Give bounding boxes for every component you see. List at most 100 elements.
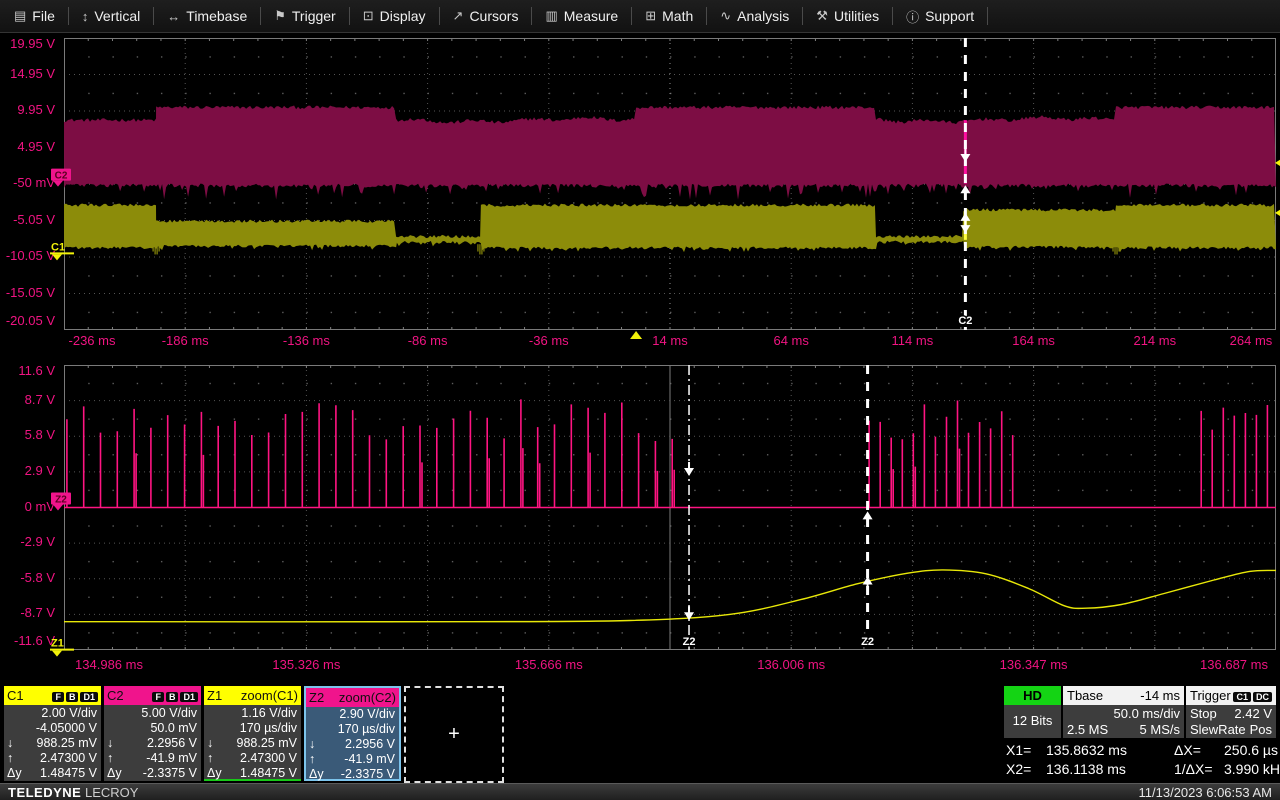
menu-separator: [706, 7, 708, 25]
menu-display[interactable]: ⊡ Display: [359, 8, 430, 24]
zoom-source: zoom(C1): [240, 688, 298, 703]
cursor-down-value: 2.2956 V: [344, 737, 395, 751]
zoom-box-z2-header: Z2 zoom(C2): [306, 688, 399, 707]
zoom-waveform-grid[interactable]: Z2 Z2 Z2 Z1: [50, 365, 1277, 657]
y-axis-label: -2.9 V: [20, 534, 55, 550]
x-axis-label: 135.326 ms: [272, 657, 341, 672]
menu-display-label: Display: [379, 8, 426, 24]
cursor-up-prefix: ↑: [207, 751, 214, 765]
row-prefix: [7, 721, 27, 736]
cursor-down-prefix: ↓: [107, 736, 114, 750]
menu-timebase-label: Timebase: [186, 8, 248, 24]
menu-support[interactable]: ⓘ Support: [902, 7, 978, 26]
svg-text:Z2: Z2: [55, 495, 67, 506]
x-axis-label: 64 ms: [773, 333, 809, 348]
main-waveform-grid[interactable]: C2 C2 C1: [50, 38, 1280, 339]
menu-vertical[interactable]: ↕ Vertical: [78, 8, 144, 24]
d1-badge: D1: [80, 692, 98, 702]
channel-box-c1[interactable]: C1 F B D1 2.00 V/div -4.05000 V ↓ 988.25 mV…: [4, 686, 101, 781]
vdiv-value: 2.90 V/div: [339, 707, 395, 721]
menu-file[interactable]: ▤ File: [10, 8, 59, 24]
menu-bar: ▤ File ↕ Vertical ↔ Timebase ⚑ Trigger ⊡ Disp…: [0, 0, 1280, 33]
chart-icon: ∿: [720, 8, 732, 23]
menu-separator: [892, 7, 894, 25]
cursor-up-prefix: ↑: [309, 752, 316, 766]
main-grid-x-axis: -236 ms -186 ms -136 ms -86 ms -36 ms 14 ms 64…: [64, 333, 1276, 349]
c1-marker-label: C1: [51, 241, 65, 253]
menu-analysis-label: Analysis: [737, 8, 790, 24]
offset-value: 50.0 mV: [150, 721, 197, 735]
x-axis-label: 114 ms: [891, 333, 934, 348]
menu-separator: [531, 7, 533, 25]
menu-math[interactable]: ⊞ Math: [641, 8, 697, 24]
menu-trigger[interactable]: ⚑ Trigger: [270, 8, 339, 24]
menu-utilities[interactable]: ⚒ Utilities: [812, 8, 883, 24]
timebase-box[interactable]: Tbase -14 ms 50.0 ms/div 2.5 MS 5 MS/s: [1063, 686, 1184, 738]
delta-y-value: -2.3375 V: [340, 767, 395, 781]
zoom-box-z1-header: Z1 zoom(C1): [204, 686, 301, 705]
y-axis-label: 8.7 V: [24, 391, 55, 407]
svg-text:C2: C2: [55, 171, 68, 182]
add-trace-box[interactable]: +: [404, 686, 504, 783]
hd-mode-box[interactable]: HD 12 Bits: [1004, 686, 1061, 738]
x2-label: X2=: [1006, 761, 1032, 777]
channel-box-c2[interactable]: C2 F B D1 5.00 V/div 50.0 mV ↓ 2.2956 V ↑ -4…: [104, 686, 201, 781]
delta-y-prefix: Δy: [309, 767, 324, 781]
zoom-title: Z1: [207, 688, 223, 703]
y-axis-label: 2.9 V: [24, 462, 55, 478]
zoom-box-z2-selected[interactable]: Z2 zoom(C2) 2.90 V/div 170 µs/div ↓ 2.295…: [304, 686, 401, 781]
menu-separator: [260, 7, 262, 25]
y-axis-label: -15.05 V: [5, 284, 55, 300]
bandwidth-badge: B: [165, 692, 179, 702]
trigger-type: SlewRate: [1190, 722, 1246, 737]
tdiv-value: 170 µs/div: [239, 721, 297, 735]
hd-header: HD: [1004, 686, 1061, 705]
row-prefix: [309, 722, 329, 737]
datetime: 11/13/2023 6:06:53 AM: [1138, 784, 1272, 800]
x-axis-label: 136.687 ms: [1200, 657, 1268, 672]
cursor-down-prefix: ↓: [7, 736, 14, 750]
x-axis-label: 136.347 ms: [999, 657, 1068, 672]
z1-marker-label: Z1: [51, 638, 64, 650]
menu-separator: [67, 7, 69, 25]
menu-measure[interactable]: ▥ Measure: [541, 8, 622, 24]
trigger-mode: Stop: [1190, 706, 1217, 721]
x-axis-label: 135.666 ms: [514, 657, 583, 672]
cursor-up-value: -41.9 mV: [146, 751, 197, 765]
invdx-label: 1/ΔX=: [1174, 761, 1213, 777]
trigger-box[interactable]: Trigger C1 DC Stop 2.42 V SlewRate Pos: [1186, 686, 1276, 738]
channel-title: C1: [7, 688, 24, 703]
menu-cursors[interactable]: ↗ Cursors: [449, 8, 523, 24]
fast-badge: F: [152, 692, 164, 702]
trigger-slope: Pos: [1249, 722, 1272, 737]
dx-value: 250.6 µs: [1224, 742, 1278, 758]
menu-separator: [438, 7, 440, 25]
file-icon: ▤: [14, 8, 27, 23]
hd-title: HD: [1023, 688, 1042, 703]
vertical-arrows-icon: ↕: [81, 8, 89, 24]
menu-utilities-label: Utilities: [833, 8, 880, 24]
x2-value: 136.1138 ms: [1046, 761, 1126, 777]
cursor-readout: X1= 135.8632 ms ΔX= 250.6 µs X2= 136.113…: [1006, 742, 1280, 777]
timebase-samples: 2.5 MS: [1067, 722, 1109, 737]
menu-separator: [348, 7, 350, 25]
menu-trigger-label: Trigger: [291, 8, 336, 24]
row-prefix: [107, 706, 127, 721]
menu-vertical-label: Vertical: [94, 8, 141, 24]
menu-measure-label: Measure: [563, 8, 619, 24]
channel-box-c2-body: 5.00 V/div 50.0 mV ↓ 2.2956 V ↑ -41.9 mV Δ…: [104, 705, 201, 781]
menu-separator: [631, 7, 633, 25]
zoom-box-z1[interactable]: Z1 zoom(C1) 1.16 V/div 170 µs/div ↓ 988.2…: [204, 686, 301, 781]
hd-bits: 12 Bits: [1012, 713, 1053, 728]
trigger-coupling-badge: DC: [1253, 692, 1272, 702]
monitor-icon: ⊡: [362, 8, 374, 23]
cursor-down-value: 2.2956 V: [146, 736, 197, 750]
trigger-badges: C1 DC: [1231, 688, 1272, 703]
delta-y-prefix: Δy: [207, 766, 222, 780]
menu-file-label: File: [32, 8, 55, 24]
menu-analysis[interactable]: ∿ Analysis: [716, 8, 793, 24]
menu-timebase[interactable]: ↔ Timebase: [163, 8, 251, 24]
x-axis-label: -86 ms: [407, 333, 448, 348]
row-prefix: [107, 721, 127, 736]
x-axis-label: 136.006 ms: [757, 657, 826, 672]
